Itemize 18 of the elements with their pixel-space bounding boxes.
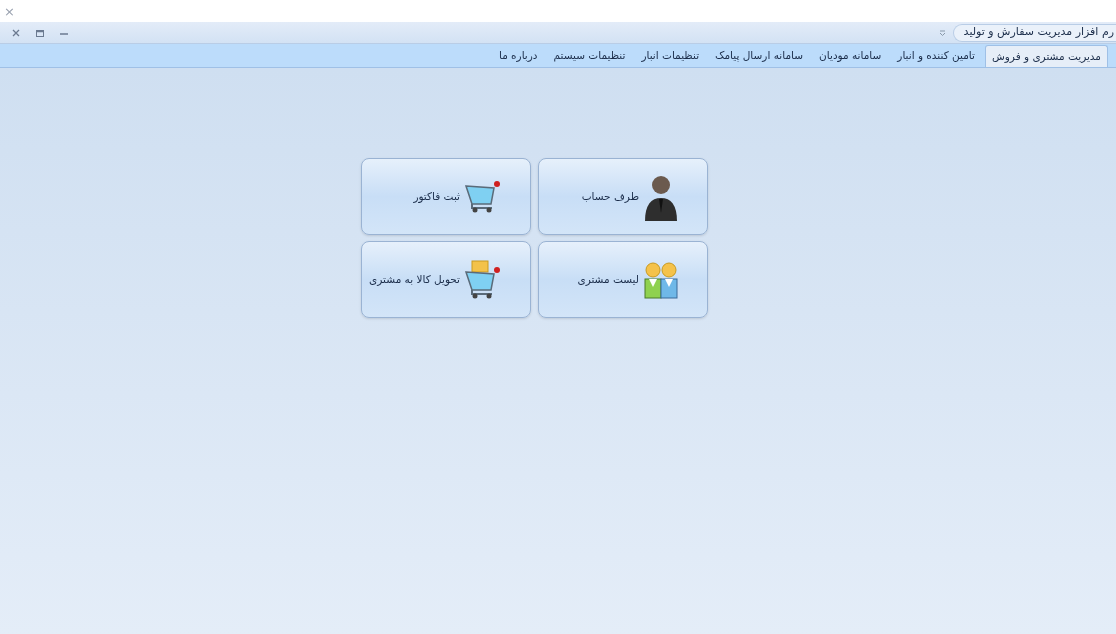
tab[interactable]: تنظیمات سیستم [547, 45, 632, 67]
tile-button[interactable]: طرف حساب [538, 158, 708, 235]
two-people-icon [643, 260, 679, 299]
shopping-cart-icon [464, 179, 502, 214]
tab[interactable]: درباره ما [492, 45, 544, 67]
restore-icon[interactable] [36, 28, 44, 37]
tile-button[interactable]: ثبت فاکتور [361, 158, 531, 235]
cart-with-box-icon [464, 259, 502, 300]
tab[interactable]: سامانه ارسال پیامک [709, 45, 810, 67]
tab[interactable]: مدیریت مشتری و فروش [984, 45, 1108, 67]
dropdown-arrow-icon[interactable] [939, 29, 945, 36]
tab[interactable]: تامین کننده و انبار [891, 45, 981, 67]
close-icon[interactable] [12, 28, 20, 37]
tab[interactable]: سامانه مودیان [813, 45, 888, 67]
tab[interactable]: تنظیمات انبار [635, 45, 706, 67]
window-title: رم افزار مدیریت سفارش و تولید [952, 23, 1116, 42]
tile-button[interactable]: لیست مشتری [538, 241, 708, 318]
tile-button[interactable]: تحویل کالا به مشتری [361, 241, 531, 318]
